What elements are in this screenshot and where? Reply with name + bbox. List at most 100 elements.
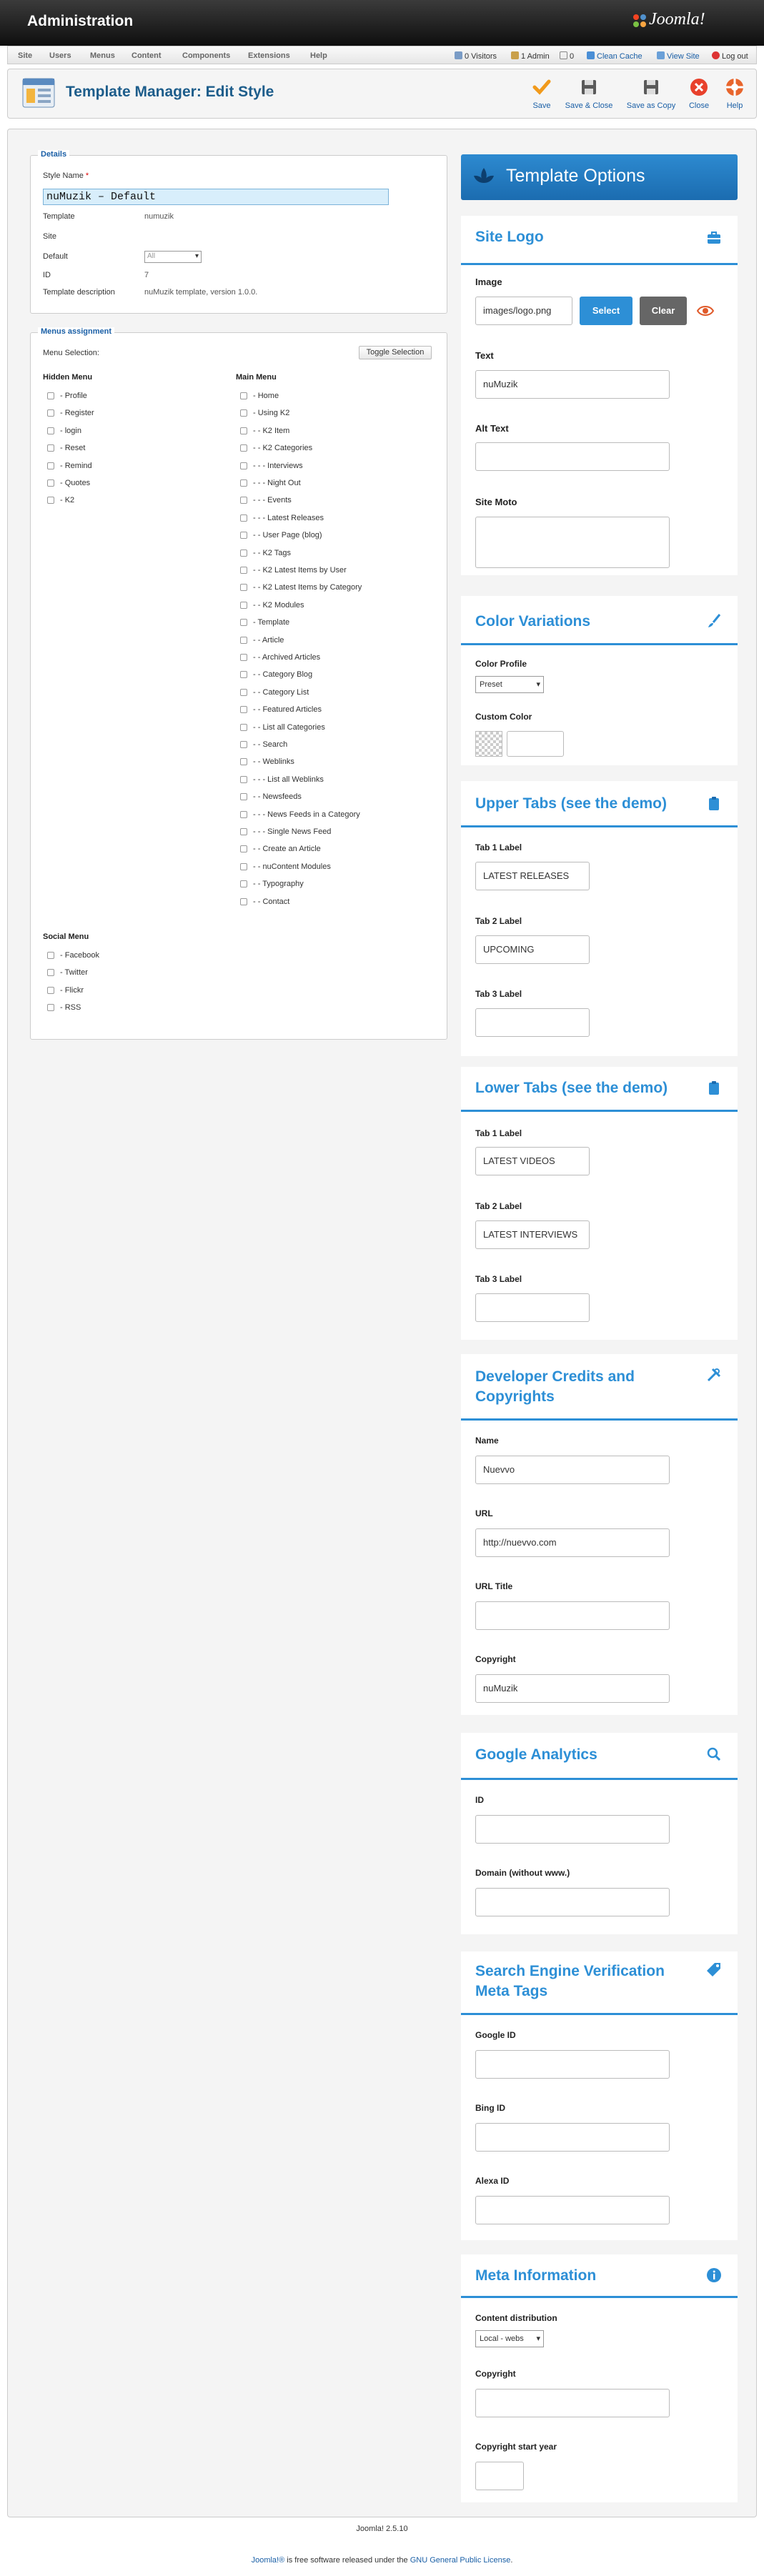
menu-item-checkbox[interactable] bbox=[240, 862, 247, 870]
save-icon bbox=[532, 79, 551, 95]
menu-item-checkbox[interactable] bbox=[240, 775, 247, 783]
logo-text-input[interactable]: nuMuzik bbox=[475, 370, 670, 399]
menu-item-checkbox[interactable] bbox=[240, 409, 247, 417]
lower-tabs-title: Lower Tabs (see the demo) bbox=[475, 1080, 668, 1096]
menu-item-checkbox[interactable] bbox=[47, 409, 54, 417]
joomla-link[interactable]: Joomla!® bbox=[252, 2556, 285, 2565]
menu-item-checkbox[interactable] bbox=[47, 479, 54, 487]
analytics-domain-input[interactable] bbox=[475, 1888, 670, 1916]
menu-item-checkbox[interactable] bbox=[240, 688, 247, 696]
menu-item-checkbox[interactable] bbox=[240, 723, 247, 731]
eye-icon[interactable] bbox=[697, 304, 714, 317]
messages-status[interactable]: 0 bbox=[560, 51, 574, 61]
color-profile-select[interactable]: Preset ▾ bbox=[475, 676, 544, 693]
gpl-link[interactable]: GNU General Public License bbox=[410, 2556, 511, 2565]
menu-item-checkbox[interactable] bbox=[240, 671, 247, 679]
menu-item-label: - - Weblinks bbox=[253, 757, 294, 767]
menu-item-checkbox[interactable] bbox=[240, 758, 247, 766]
menu-item-checkbox[interactable] bbox=[47, 969, 54, 977]
menu-item-checkbox[interactable] bbox=[240, 532, 247, 539]
footer-version: Joomla! 2.5.10 bbox=[356, 2525, 408, 2533]
monitor-icon bbox=[657, 51, 665, 59]
upper-tab2-input[interactable]: UPCOMING bbox=[475, 935, 590, 964]
credit-copyright-input[interactable]: nuMuzik bbox=[475, 1674, 670, 1703]
logout-link[interactable]: Log out bbox=[712, 51, 748, 61]
image-path-input[interactable]: images/logo.png bbox=[475, 297, 572, 325]
content-distribution-select[interactable]: Local - webs ▾ bbox=[475, 2330, 544, 2347]
menu-item-checkbox[interactable] bbox=[240, 793, 247, 801]
menu-help[interactable]: Help bbox=[310, 51, 327, 60]
menu-item-checkbox[interactable] bbox=[240, 567, 247, 574]
close-button[interactable]: Close bbox=[685, 77, 713, 110]
menu-item-checkbox[interactable] bbox=[240, 514, 247, 522]
menu-item-checkbox[interactable] bbox=[240, 497, 247, 504]
clear-image-button[interactable]: Clear bbox=[640, 297, 687, 325]
menu-item-checkbox[interactable] bbox=[240, 584, 247, 592]
menu-item-checkbox[interactable] bbox=[240, 462, 247, 469]
menu-item-checkbox[interactable] bbox=[240, 706, 247, 714]
lower-tab3-input[interactable] bbox=[475, 1293, 590, 1322]
upper-tab1-input[interactable]: LATEST RELEASES bbox=[475, 862, 590, 890]
menu-item-checkbox[interactable] bbox=[240, 549, 247, 557]
meta-copyright-input[interactable] bbox=[475, 2389, 670, 2417]
menu-item-checkbox[interactable] bbox=[240, 845, 247, 853]
menu-item-checkbox[interactable] bbox=[240, 636, 247, 644]
menu-item-checkbox[interactable] bbox=[240, 741, 247, 748]
menu-item-checkbox[interactable] bbox=[240, 479, 247, 487]
site-moto-textarea[interactable] bbox=[475, 517, 670, 568]
color-swatch[interactable] bbox=[475, 731, 502, 757]
save-close-button[interactable]: Save & Close bbox=[562, 77, 616, 110]
alt-text-input[interactable] bbox=[475, 442, 670, 471]
briefcase-icon bbox=[708, 232, 720, 244]
menu-item-checkbox[interactable] bbox=[240, 619, 247, 627]
menu-item-checkbox[interactable] bbox=[47, 952, 54, 959]
credit-name-input[interactable]: Nuevvo bbox=[475, 1456, 670, 1484]
meta-copyright-label: Copyright bbox=[475, 2369, 516, 2379]
menu-item-checkbox[interactable] bbox=[240, 880, 247, 888]
lower-tab1-input[interactable]: LATEST VIDEOS bbox=[475, 1147, 590, 1175]
credit-url-title-input[interactable] bbox=[475, 1601, 670, 1630]
menu-item-checkbox[interactable] bbox=[240, 897, 247, 905]
custom-color-input[interactable] bbox=[507, 731, 564, 757]
clean-cache-link[interactable]: Clean Cache bbox=[587, 51, 643, 61]
bing-id-input[interactable] bbox=[475, 2123, 670, 2152]
menu-site[interactable]: Site bbox=[18, 51, 32, 60]
menu-item-checkbox[interactable] bbox=[47, 1004, 54, 1012]
menu-item-checkbox[interactable] bbox=[47, 986, 54, 994]
copyright-start-year-input[interactable] bbox=[475, 2462, 524, 2490]
menu-users[interactable]: Users bbox=[49, 51, 71, 60]
menu-item-checkbox[interactable] bbox=[240, 427, 247, 434]
toggle-selection-button[interactable]: Toggle Selection bbox=[359, 346, 432, 359]
default-select[interactable]: All ▾ bbox=[144, 251, 202, 263]
menu-item-checkbox[interactable] bbox=[47, 427, 54, 434]
view-site-link[interactable]: View Site bbox=[657, 51, 700, 61]
menu-item-checkbox[interactable] bbox=[240, 601, 247, 609]
menu-item-label: - - Article bbox=[253, 635, 284, 645]
menu-item-checkbox[interactable] bbox=[47, 462, 54, 469]
menu-item-checkbox[interactable] bbox=[47, 444, 54, 452]
menu-item-checkbox[interactable] bbox=[47, 497, 54, 504]
upper-tab3-input[interactable] bbox=[475, 1008, 590, 1037]
style-name-input[interactable]: nuMuzik – Default bbox=[43, 189, 389, 205]
google-id-input[interactable] bbox=[475, 2050, 670, 2079]
credit-url-input[interactable]: http://nuevvo.com bbox=[475, 1528, 670, 1557]
menu-item-checkbox[interactable] bbox=[240, 828, 247, 835]
menu-menus[interactable]: Menus bbox=[90, 51, 115, 60]
menu-extensions[interactable]: Extensions bbox=[248, 51, 290, 60]
menu-item-checkbox[interactable] bbox=[240, 444, 247, 452]
save-copy-button[interactable]: Save as Copy bbox=[623, 77, 679, 110]
menu-item-checkbox[interactable] bbox=[240, 810, 247, 818]
select-image-button[interactable]: Select bbox=[580, 297, 632, 325]
alexa-id-input[interactable] bbox=[475, 2196, 670, 2224]
menu-item-checkbox[interactable] bbox=[240, 392, 247, 399]
save-button[interactable]: Save bbox=[527, 77, 556, 110]
menu-components[interactable]: Components bbox=[182, 51, 230, 60]
menu-content[interactable]: Content bbox=[132, 51, 162, 60]
lower-tab2-input[interactable]: LATEST INTERVIEWS bbox=[475, 1220, 590, 1249]
default-label: Default bbox=[43, 252, 68, 261]
joomla-logo[interactable]: Joomla! bbox=[649, 10, 705, 29]
menu-item-checkbox[interactable] bbox=[240, 654, 247, 661]
analytics-id-input[interactable] bbox=[475, 1815, 670, 1844]
help-button[interactable]: Help bbox=[720, 77, 749, 110]
menu-item-checkbox[interactable] bbox=[47, 392, 54, 399]
